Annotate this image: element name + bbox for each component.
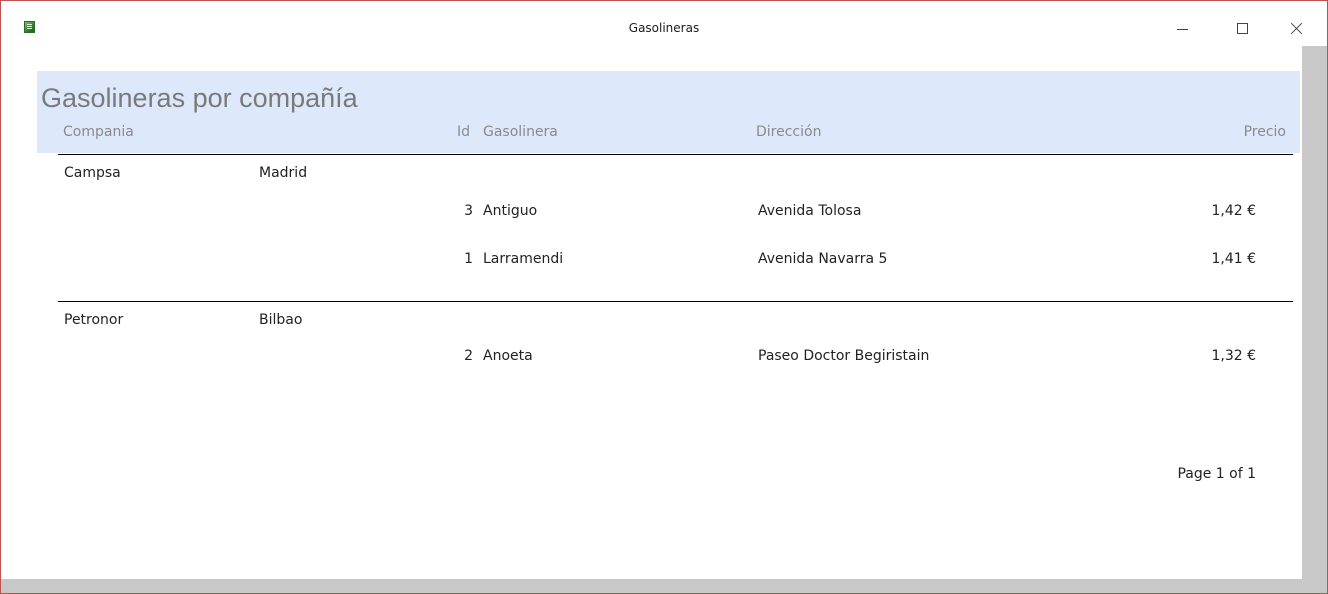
close-icon — [1290, 22, 1303, 35]
group-ciudad: Madrid — [259, 165, 308, 181]
minimize-button[interactable] — [1159, 13, 1205, 43]
column-header-compania: Compania — [63, 124, 134, 140]
page-number: Page 1 of 1 — [1177, 466, 1256, 482]
minimize-icon — [1176, 29, 1188, 30]
row-id: 3 — [464, 203, 473, 219]
row-direccion: Paseo Doctor Begiristain — [758, 348, 930, 364]
group-compania: Petronor — [64, 312, 124, 328]
horizontal-scrollbar[interactable] — [1, 579, 1327, 593]
window-title: Gasolineras — [628, 21, 700, 35]
column-header-gasolinera: Gasolinera — [483, 124, 558, 140]
row-direccion: Avenida Navarra 5 — [758, 251, 888, 267]
group-ciudad: Bilbao — [259, 312, 303, 328]
group-divider — [58, 301, 1293, 302]
row-id: 1 — [464, 251, 473, 267]
row-gasolinera: Antiguo — [483, 203, 538, 219]
maximize-icon — [1236, 22, 1248, 34]
group-divider — [58, 154, 1293, 155]
column-header-direccion: Dirección — [756, 124, 822, 140]
row-direccion: Avenida Tolosa — [758, 203, 862, 219]
row-gasolinera: Larramendi — [483, 251, 564, 267]
row-precio: 1,42 € — [1211, 203, 1256, 219]
title-bar[interactable]: Gasolineras — [1, 1, 1327, 45]
row-precio: 1,32 € — [1211, 348, 1256, 364]
group-compania: Campsa — [64, 165, 121, 181]
report-header: Gasolineras por compañía Compania Id Gas… — [37, 71, 1300, 153]
vertical-scrollbar[interactable] — [1302, 46, 1327, 593]
row-gasolinera: Anoeta — [483, 348, 533, 364]
column-header-precio: Precio — [1243, 124, 1286, 140]
column-header-id: Id — [457, 124, 471, 140]
report-window: Gasolineras Gasolineras por compañía Com… — [0, 0, 1328, 594]
close-button[interactable] — [1273, 13, 1319, 43]
row-precio: 1,41 € — [1211, 251, 1256, 267]
report-body: Gasolineras por compañía Compania Id Gas… — [1, 46, 1301, 579]
maximize-button[interactable] — [1219, 13, 1265, 43]
row-id: 2 — [464, 348, 473, 364]
report-title: Gasolineras por compañía — [41, 83, 358, 113]
